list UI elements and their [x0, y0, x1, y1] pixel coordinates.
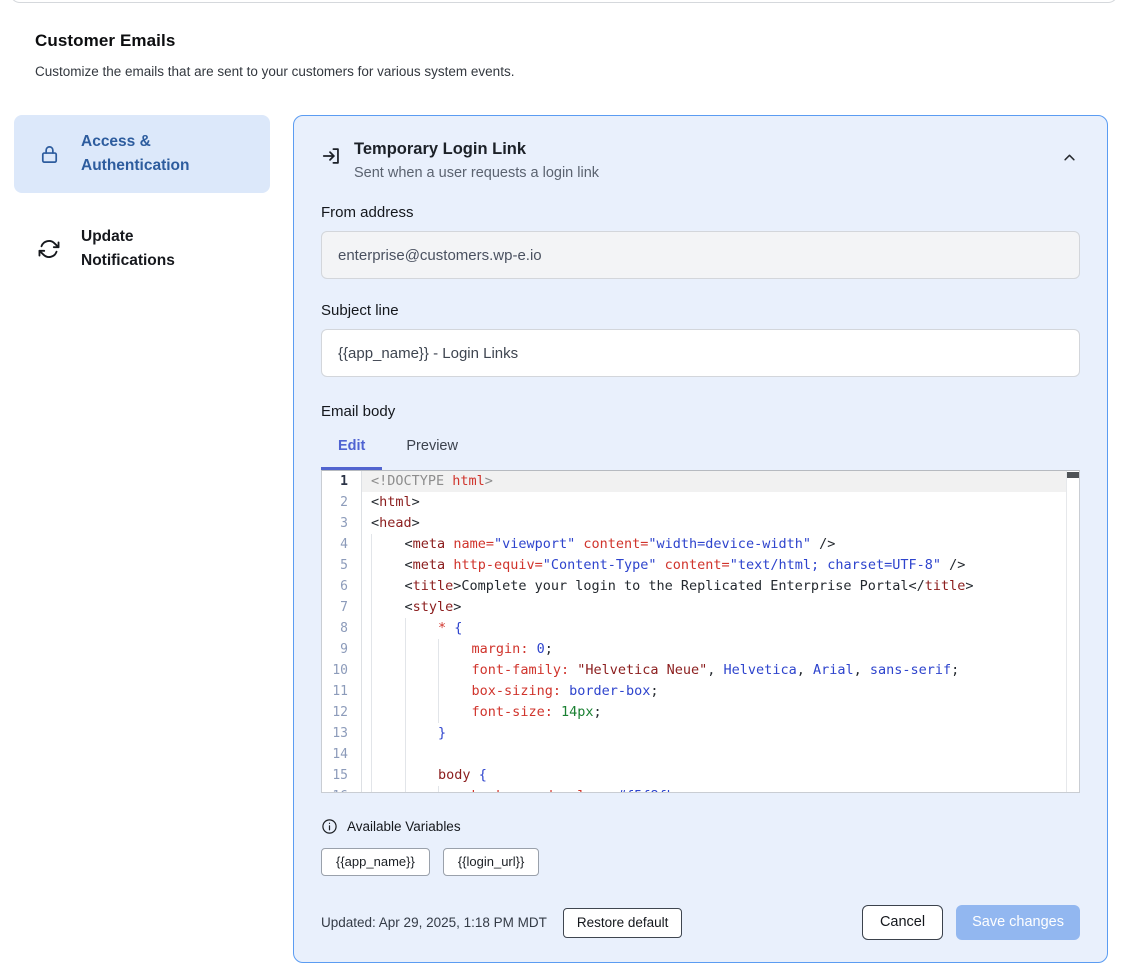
code-content: * { — [362, 618, 1079, 639]
tab-preview[interactable]: Preview — [389, 432, 475, 470]
sidebar-item-label: Access & Authentication — [81, 130, 231, 178]
page-header: Customer Emails Customize the emails tha… — [0, 0, 1128, 79]
code-line[interactable]: 16 background-color: #f5f8fb; — [322, 786, 1079, 793]
code-content: background-color: #f5f8fb; — [362, 786, 1079, 793]
line-number: 3 — [322, 513, 362, 534]
sidebar-item-update-notifications[interactable]: Update Notifications — [14, 210, 270, 288]
code-line[interactable]: 1<!DOCTYPE html> — [322, 471, 1079, 492]
sidebar-item-access-authentication[interactable]: Access & Authentication — [14, 115, 270, 193]
code-content: <head> — [362, 513, 1079, 534]
subject-line-input[interactable] — [321, 329, 1080, 377]
code-line[interactable]: 7 <style> — [322, 597, 1079, 618]
temporary-login-link-panel: Temporary Login Link Sent when a user re… — [293, 115, 1108, 963]
line-number: 5 — [322, 555, 362, 576]
chevron-up-icon — [1062, 150, 1077, 168]
panel-title: Temporary Login Link — [354, 140, 599, 159]
line-number: 2 — [322, 492, 362, 513]
code-line[interactable]: 10 font-family: "Helvetica Neue", Helvet… — [322, 660, 1079, 681]
email-body-tabs: Edit Preview — [321, 432, 1080, 470]
code-line[interactable]: 2<html> — [322, 492, 1079, 513]
info-icon — [321, 818, 338, 835]
line-number: 8 — [322, 618, 362, 639]
updated-timestamp: Updated: Apr 29, 2025, 1:18 PM MDT — [321, 915, 547, 930]
code-line[interactable]: 13 } — [322, 723, 1079, 744]
line-number: 16 — [322, 786, 362, 793]
line-number: 10 — [322, 660, 362, 681]
page-title: Customer Emails — [35, 31, 1128, 51]
code-content: <meta http-equiv="Content-Type" content=… — [362, 555, 1079, 576]
previous-card-bottom-edge — [10, 0, 1118, 3]
email-body-label: Email body — [321, 403, 1080, 420]
code-content: font-size: 14px; — [362, 702, 1079, 723]
tab-edit[interactable]: Edit — [321, 432, 382, 470]
editor-scrollbar[interactable] — [1066, 471, 1079, 792]
from-address-input[interactable] — [321, 231, 1080, 279]
email-types-sidebar: Access & Authentication Update Notificat… — [14, 115, 270, 288]
code-content: } — [362, 723, 1079, 744]
code-content: <style> — [362, 597, 1079, 618]
page-subtitle: Customize the emails that are sent to yo… — [35, 64, 1128, 79]
lock-icon — [37, 142, 61, 166]
line-number: 12 — [322, 702, 362, 723]
from-address-label: From address — [321, 204, 1080, 221]
restore-default-button[interactable]: Restore default — [563, 908, 683, 938]
available-variables-label: Available Variables — [347, 819, 461, 834]
code-content: body { — [362, 765, 1079, 786]
sync-icon — [37, 237, 61, 261]
line-number: 13 — [322, 723, 362, 744]
line-number: 7 — [322, 597, 362, 618]
panel-header: Temporary Login Link Sent when a user re… — [321, 140, 1080, 181]
code-content: margin: 0; — [362, 639, 1079, 660]
code-line[interactable]: 9 margin: 0; — [322, 639, 1079, 660]
line-number: 9 — [322, 639, 362, 660]
code-line[interactable]: 6 <title>Complete your login to the Repl… — [322, 576, 1079, 597]
code-content: <!DOCTYPE html> — [362, 471, 1079, 492]
sidebar-item-label: Update Notifications — [81, 225, 231, 273]
line-number: 4 — [322, 534, 362, 555]
save-changes-button[interactable]: Save changes — [956, 905, 1080, 940]
code-content: box-sizing: border-box; — [362, 681, 1079, 702]
variable-chip-login-url[interactable]: {{login_url}} — [443, 848, 540, 876]
code-content: font-family: "Helvetica Neue", Helvetica… — [362, 660, 1079, 681]
code-content: <meta name="viewport" content="width=dev… — [362, 534, 1079, 555]
collapse-panel-button[interactable] — [1056, 146, 1082, 172]
code-line[interactable]: 4 <meta name="viewport" content="width=d… — [322, 534, 1079, 555]
panel-subtitle: Sent when a user requests a login link — [354, 165, 599, 181]
email-body-code-editor[interactable]: 1<!DOCTYPE html>2<html>3<head>4 <meta na… — [321, 470, 1080, 793]
line-number: 11 — [322, 681, 362, 702]
line-number: 6 — [322, 576, 362, 597]
variable-chip-app-name[interactable]: {{app_name}} — [321, 848, 430, 876]
code-line[interactable]: 14 — [322, 744, 1079, 765]
code-line[interactable]: 3<head> — [322, 513, 1079, 534]
code-line[interactable]: 11 box-sizing: border-box; — [322, 681, 1079, 702]
editor-scrollbar-thumb[interactable] — [1067, 472, 1079, 478]
cancel-button[interactable]: Cancel — [862, 905, 943, 940]
line-number: 14 — [322, 744, 362, 765]
line-number: 15 — [322, 765, 362, 786]
code-content — [362, 744, 1079, 765]
code-line[interactable]: 5 <meta http-equiv="Content-Type" conten… — [322, 555, 1079, 576]
login-icon — [321, 145, 343, 167]
line-number: 1 — [322, 471, 362, 492]
code-content: <title>Complete your login to the Replic… — [362, 576, 1079, 597]
subject-line-label: Subject line — [321, 302, 1080, 319]
code-line[interactable]: 12 font-size: 14px; — [322, 702, 1079, 723]
code-line[interactable]: 15 body { — [322, 765, 1079, 786]
code-line[interactable]: 8 * { — [322, 618, 1079, 639]
code-content: <html> — [362, 492, 1079, 513]
